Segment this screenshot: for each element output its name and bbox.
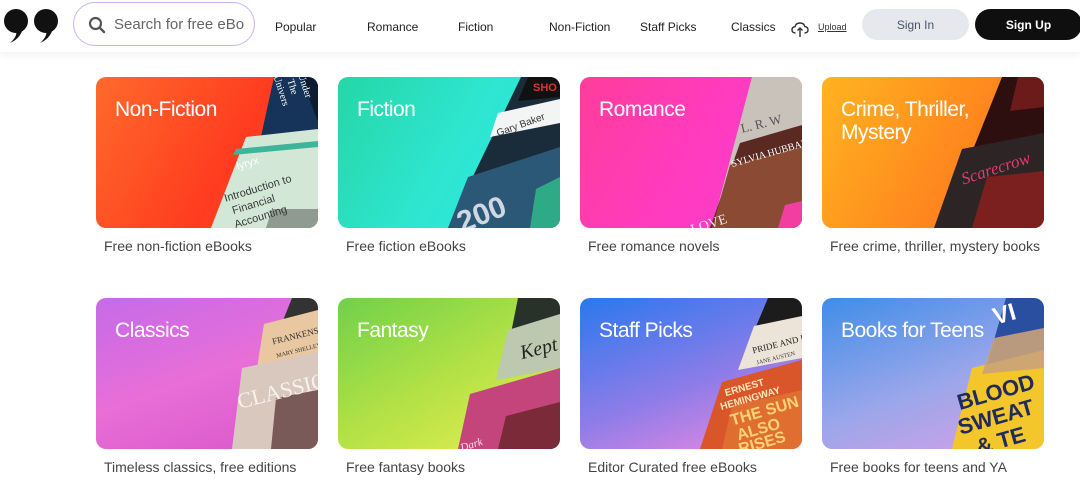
card-title: Crime, Thriller, Mystery <box>841 98 970 144</box>
nav-popular[interactable]: Popular <box>275 20 316 34</box>
search-input[interactable] <box>114 12 244 36</box>
cover-text: LOVE <box>689 212 729 228</box>
quote-logo-icon[interactable] <box>2 8 62 44</box>
cloud-upload-icon <box>791 22 809 37</box>
nav-fiction[interactable]: Fiction <box>458 20 493 34</box>
card-title: Books for Teens <box>841 319 984 342</box>
card-caption: Free fantasy books <box>346 459 466 475</box>
nav-staff-picks[interactable]: Staff Picks <box>640 20 696 34</box>
card-caption: Free books for teens and YA <box>830 459 1007 475</box>
cover-text: SHO <box>533 82 557 94</box>
nav-classics[interactable]: Classics <box>731 20 776 34</box>
category-card-books-for-teens[interactable]: VI BLOOD SWEAT & TE Books for Teens <box>822 298 1044 449</box>
card-title: Fantasy <box>357 319 429 342</box>
sign-in-button[interactable]: Sign In <box>862 9 969 40</box>
nav-non-fiction[interactable]: Non-Fiction <box>549 20 610 34</box>
search-icon <box>88 16 106 34</box>
top-header: Popular Romance Fiction Non-Fiction Staf… <box>0 0 1080 52</box>
category-card-fantasy[interactable]: Kept Dark Fantasy <box>338 298 560 449</box>
category-card-romance[interactable]: L. R. W SYLVIA HUBBARD LOVE Romance <box>580 77 802 228</box>
card-title: Non-Fiction <box>115 98 217 121</box>
card-title: Fiction <box>357 98 416 121</box>
card-caption: Free romance novels <box>588 238 720 254</box>
card-title: Staff Picks <box>599 319 693 342</box>
upload-label[interactable]: Upload <box>818 22 847 32</box>
card-caption: Free non-fiction eBooks <box>104 238 252 254</box>
card-caption: Free fiction eBooks <box>346 238 466 254</box>
category-card-fiction[interactable]: Gary Baker 200 SHO Fiction <box>338 77 560 228</box>
card-caption: Editor Curated free eBooks <box>588 459 757 475</box>
sign-up-button[interactable]: Sign Up <box>975 9 1080 40</box>
category-card-non-fiction[interactable]: Under The Univers lyryx Introduction to … <box>96 77 318 228</box>
card-title: Classics <box>115 319 190 342</box>
category-card-crime-thriller-mystery[interactable]: Scarecrow Crime, Thriller, Mystery <box>822 77 1044 228</box>
card-title: Romance <box>599 98 686 121</box>
card-caption: Timeless classics, free editions <box>104 459 297 475</box>
category-card-classics[interactable]: FRANKENSTE MARY SHELLEY CLASSIC Classics <box>96 298 318 449</box>
category-card-staff-picks[interactable]: PRIDE AND PREJU JANE AUSTEN ERNEST HEMIN… <box>580 298 802 449</box>
nav-romance[interactable]: Romance <box>367 20 418 34</box>
card-caption: Free crime, thriller, mystery books <box>830 238 1041 254</box>
search-box[interactable] <box>73 2 255 46</box>
